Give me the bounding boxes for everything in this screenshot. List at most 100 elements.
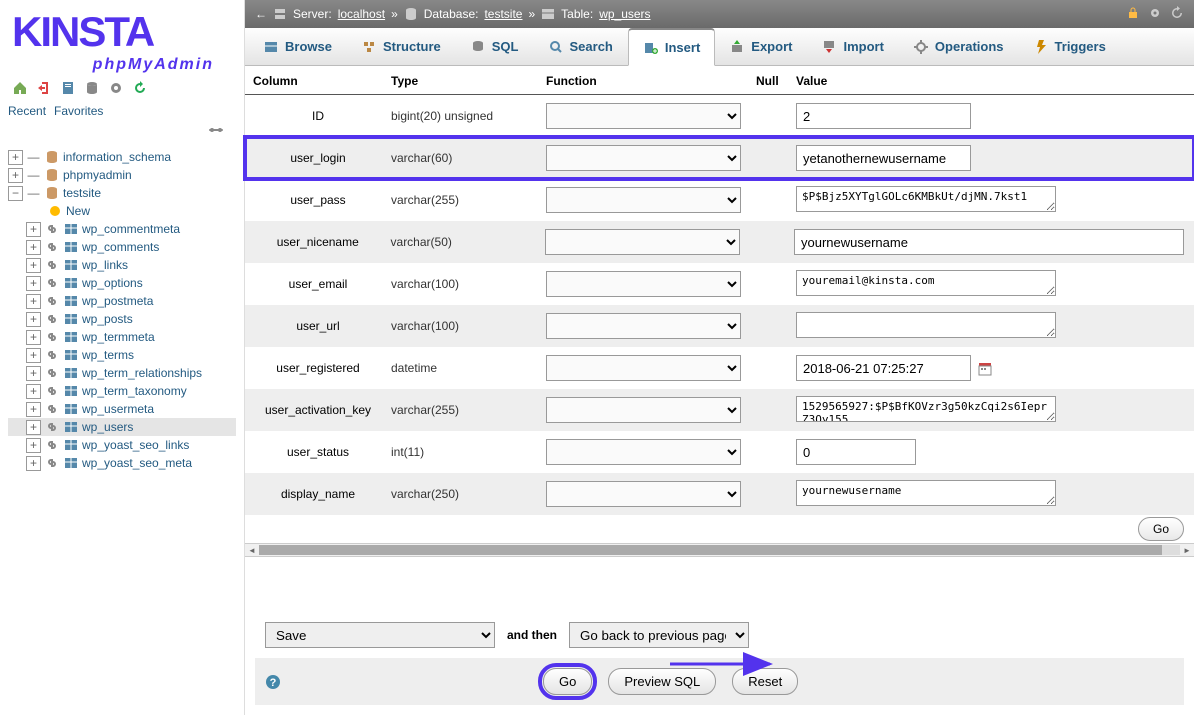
- tree-db-testsite[interactable]: −—testsite: [8, 184, 236, 202]
- tree-table-wp-term-taxonomy[interactable]: +wp_term_taxonomy: [8, 382, 236, 400]
- function-select-user_email[interactable]: [546, 271, 741, 297]
- tree-table-wp-yoast-seo-links[interactable]: +wp_yoast_seo_links: [8, 436, 236, 454]
- input-user_login[interactable]: [796, 145, 971, 171]
- input-display_name[interactable]: yournewusername: [796, 480, 1056, 506]
- tab-search[interactable]: Search: [534, 28, 628, 65]
- tree-table-wp-terms[interactable]: +wp_terms: [8, 346, 236, 364]
- function-select-user_login[interactable]: [546, 145, 741, 171]
- table-small-icon: [63, 293, 79, 309]
- horizontal-scrollbar[interactable]: ◄►: [245, 543, 1194, 557]
- tree-table-wp-posts[interactable]: +wp_posts: [8, 310, 236, 328]
- main: ← Server: localhost » Database: testsite…: [245, 0, 1194, 715]
- function-select-user_nicename[interactable]: [545, 229, 740, 255]
- tab-operations[interactable]: Operations: [899, 28, 1019, 65]
- function-select-user_registered[interactable]: [546, 355, 741, 381]
- recent-link[interactable]: Recent: [8, 104, 46, 118]
- tree-table-wp-yoast-seo-meta[interactable]: +wp_yoast_seo_meta: [8, 454, 236, 472]
- insert-rows: IDbigint(20) unsigneduser_loginvarchar(6…: [245, 95, 1194, 515]
- tree-db-phpmyadmin[interactable]: +—phpmyadmin: [8, 166, 236, 184]
- bc-server[interactable]: localhost: [338, 7, 385, 21]
- bc-table[interactable]: wp_users: [599, 7, 650, 21]
- footer-panel: Save and then Go back to previous page ?…: [245, 602, 1194, 715]
- input-user_nicename[interactable]: [794, 229, 1184, 255]
- col-label: user_pass: [253, 193, 391, 207]
- tree-table-wp-usermeta[interactable]: +wp_usermeta: [8, 400, 236, 418]
- lock-icon[interactable]: [1126, 6, 1140, 23]
- link-icon: [44, 239, 60, 255]
- hdr-func: Function: [546, 74, 756, 88]
- help-icon[interactable]: ?: [265, 674, 281, 690]
- collapse-row: [0, 122, 244, 144]
- type-label: varchar(100): [391, 319, 546, 333]
- and-then-label: and then: [507, 628, 557, 642]
- tab-import[interactable]: Import: [807, 28, 898, 65]
- tree-table-New[interactable]: New: [8, 202, 236, 220]
- tab-export[interactable]: Export: [715, 28, 807, 65]
- input-user_activation_key[interactable]: 1529565927:$P$BfKOVzr3g50kzCqi2s6IeprZ3O…: [796, 396, 1056, 422]
- link-icon: [44, 257, 60, 273]
- gear-icon[interactable]: [1148, 6, 1162, 23]
- input-user_email[interactable]: youremail@kinsta.com: [796, 270, 1056, 296]
- input-user_status[interactable]: [796, 439, 916, 465]
- prefs-icon[interactable]: [108, 80, 124, 96]
- tab-triggers[interactable]: Triggers: [1019, 28, 1121, 65]
- phpmyadmin-label: phpMyAdmin: [12, 56, 232, 74]
- table-small-icon: [63, 221, 79, 237]
- bc-db[interactable]: testsite: [484, 7, 522, 21]
- operations-icon: [913, 39, 929, 55]
- input-user_pass[interactable]: $P$Bjz5XYTglGOLc6KMBkUt/djMN.7kst1: [796, 186, 1056, 212]
- row-user-registered: user_registereddatetime: [245, 347, 1194, 389]
- tree-table-wp-users[interactable]: +wp_users: [8, 418, 236, 436]
- input-user_registered[interactable]: [796, 355, 971, 381]
- sql-icon: [470, 39, 486, 55]
- tab-insert[interactable]: Insert: [628, 28, 715, 66]
- reload-icon[interactable]: [132, 80, 148, 96]
- function-select-user_activation_key[interactable]: [546, 397, 741, 423]
- function-select-ID[interactable]: [546, 103, 741, 129]
- table-small-icon: [63, 437, 79, 453]
- collapse-icon[interactable]: [208, 124, 224, 138]
- tab-structure[interactable]: Structure: [347, 28, 456, 65]
- structure-icon: [361, 39, 377, 55]
- favorites-link[interactable]: Favorites: [54, 104, 103, 118]
- after-action-select[interactable]: Go back to previous page: [569, 622, 749, 648]
- tree-table-wp-options[interactable]: +wp_options: [8, 274, 236, 292]
- function-select-user_url[interactable]: [546, 313, 741, 339]
- go-button-top[interactable]: Go: [1138, 517, 1184, 541]
- go-button-footer[interactable]: Go: [543, 668, 592, 695]
- input-user_url[interactable]: [796, 312, 1056, 338]
- tree-table-wp-commentmeta[interactable]: +wp_commentmeta: [8, 220, 236, 238]
- bc-table-label: Table:: [561, 7, 593, 21]
- tree-table-wp-term-relationships[interactable]: +wp_term_relationships: [8, 364, 236, 382]
- link-icon: [44, 221, 60, 237]
- hdr-value: Value: [796, 74, 1184, 88]
- link-icon: [44, 401, 60, 417]
- input-ID[interactable]: [796, 103, 971, 129]
- preview-sql-button[interactable]: Preview SQL: [608, 668, 716, 695]
- tree-table-wp-postmeta[interactable]: +wp_postmeta: [8, 292, 236, 310]
- function-select-display_name[interactable]: [546, 481, 741, 507]
- reset-button[interactable]: Reset: [732, 668, 798, 695]
- tree-table-wp-links[interactable]: +wp_links: [8, 256, 236, 274]
- logout-icon[interactable]: [36, 80, 52, 96]
- hdr-type: Type: [391, 74, 546, 88]
- tab-browse[interactable]: Browse: [249, 28, 347, 65]
- export-icon: [729, 39, 745, 55]
- tree-table-wp-termmeta[interactable]: +wp_termmeta: [8, 328, 236, 346]
- row-display-name: display_namevarchar(250)yournewusername: [245, 473, 1194, 515]
- docs-icon[interactable]: [60, 80, 76, 96]
- col-label: user_email: [253, 277, 391, 291]
- function-select-user_pass[interactable]: [546, 187, 741, 213]
- refresh-icon[interactable]: [1170, 6, 1184, 23]
- datepicker-icon[interactable]: [977, 361, 993, 377]
- nav-left-icon[interactable]: ←: [255, 7, 267, 21]
- tree-db-information-schema[interactable]: +—information_schema: [8, 148, 236, 166]
- type-label: varchar(100): [391, 277, 546, 291]
- db-tree: +—information_schema +—phpmyadmin −—test…: [0, 144, 244, 679]
- tab-sql[interactable]: SQL: [456, 28, 534, 65]
- save-select[interactable]: Save: [265, 622, 495, 648]
- function-select-user_status[interactable]: [546, 439, 741, 465]
- sql-icon[interactable]: [84, 80, 100, 96]
- home-icon[interactable]: [12, 80, 28, 96]
- tree-table-wp-comments[interactable]: +wp_comments: [8, 238, 236, 256]
